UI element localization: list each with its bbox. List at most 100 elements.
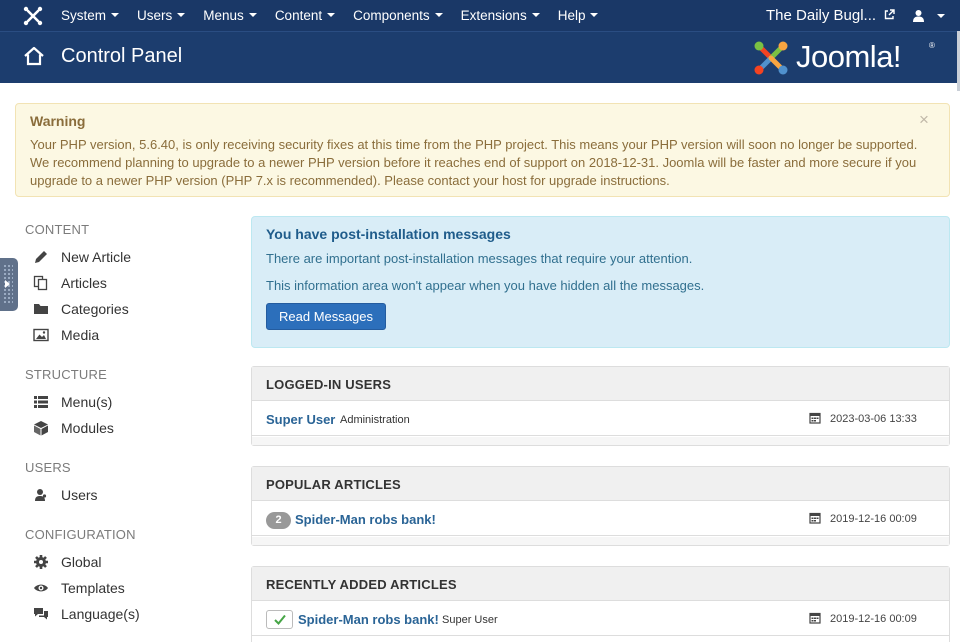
user-menu[interactable] — [912, 0, 945, 31]
logged-in-users-module: LOGGED-IN USERS Super User Administratio… — [251, 366, 950, 446]
sidebar-item-label: Templates — [61, 580, 125, 596]
sidebar-item-label: Categories — [61, 301, 129, 317]
article-title-link[interactable]: Spider-Man robs bank! — [298, 612, 439, 627]
table-row: Super User Administration 2023-03-06 13:… — [252, 402, 949, 436]
chevron-down-icon — [434, 13, 443, 18]
top-navbar: System Users Menus Content Components Ex… — [0, 0, 960, 31]
sidebar-item-label: Users — [61, 487, 98, 503]
joomla-brand-icon — [754, 41, 788, 75]
sidebar-heading-structure: STRUCTURE — [25, 367, 107, 382]
postinstall-text: There are important post-installation me… — [266, 251, 693, 266]
main-menu: System Users Menus Content Components Ex… — [52, 0, 607, 31]
recent-articles-module: RECENTLY ADDED ARTICLES Spider-Man robs … — [251, 566, 950, 642]
menu-content-label: Content — [274, 8, 323, 23]
read-messages-button[interactable]: Read Messages — [266, 303, 386, 330]
menu-menus-label: Menus — [203, 8, 244, 23]
sidebar-item-label: New Article — [61, 249, 132, 265]
calendar-icon — [809, 412, 821, 424]
sidebar-heading-content: CONTENT — [25, 222, 90, 237]
chevron-down-icon — [327, 13, 336, 18]
date-label: 2019-12-16 00:09 — [809, 512, 917, 525]
chevron-down-icon — [248, 13, 257, 18]
users-icon — [35, 489, 47, 501]
date-value: 2019-12-16 00:09 — [830, 613, 917, 625]
sidebar-item-label: Media — [61, 327, 100, 343]
menu-system[interactable]: System — [52, 0, 128, 31]
copy-icon — [33, 275, 48, 291]
calendar-icon — [809, 612, 821, 624]
menu-extensions-label: Extensions — [460, 8, 527, 23]
module-title: RECENTLY ADDED ARTICLES — [266, 577, 457, 592]
site-link[interactable]: The Daily Bugl... — [766, 0, 895, 31]
menu-system-label: System — [61, 8, 107, 23]
module-footer — [252, 437, 949, 445]
menu-content[interactable]: Content — [266, 0, 344, 31]
chevron-down-icon — [177, 13, 186, 18]
date-label: 2023-03-06 13:33 — [809, 412, 917, 425]
postinstall-title: You have post-installation messages — [266, 226, 511, 242]
registered-mark: ® — [929, 41, 935, 50]
popular-articles-module: POPULAR ARTICLES 2 Spider-Man robs bank!… — [251, 466, 950, 546]
joomla-brand: Joomla! ® — [752, 39, 938, 77]
close-icon[interactable]: × — [919, 110, 929, 130]
folder-icon — [34, 304, 48, 314]
page-title: Control Panel — [61, 45, 183, 67]
page-header: Control Panel Joomla! ® — [0, 31, 960, 83]
module-title: LOGGED-IN USERS — [266, 377, 392, 392]
sidebar-item-label: Articles — [61, 275, 107, 291]
comments-icon — [34, 608, 48, 620]
pencil-icon — [35, 251, 47, 263]
postinstall-alert: You have post-installation messages Ther… — [251, 216, 950, 348]
user-icon — [913, 9, 924, 22]
chevron-down-icon — [531, 13, 540, 18]
table-row: 2 Spider-Man robs bank! 2019-12-16 00:09 — [252, 502, 949, 536]
published-toggle[interactable] — [266, 610, 293, 629]
menu-users-label: Users — [137, 8, 173, 23]
postinstall-note: This information area won't appear when … — [266, 278, 705, 293]
module-header: LOGGED-IN USERS — [252, 367, 949, 401]
date-label: 2019-12-16 00:09 — [809, 612, 917, 625]
user-name-link[interactable]: Super User — [266, 412, 335, 427]
hits-badge: 2 — [266, 512, 291, 529]
site-name: The Daily Bugl... — [766, 7, 877, 24]
calendar-icon — [809, 512, 821, 524]
menu-components[interactable]: Components — [344, 0, 452, 31]
sidebar-toggle[interactable] — [0, 258, 18, 311]
image-icon — [33, 328, 49, 342]
client-label: Administration — [340, 414, 410, 426]
cube-icon — [34, 421, 48, 436]
menu-components-label: Components — [353, 8, 430, 23]
table-row: Spider-Man robs bank! Super User 2019-12… — [252, 602, 949, 636]
sidebar-item-label: Global — [61, 554, 102, 570]
module-title: POPULAR ARTICLES — [266, 477, 401, 492]
date-value: 2019-12-16 00:09 — [830, 513, 917, 525]
menu-users[interactable]: Users — [128, 0, 194, 31]
menu-menus[interactable]: Menus — [194, 0, 266, 31]
sidebar-item-label: Language(s) — [61, 606, 140, 622]
warning-message: Your PHP version, 5.6.40, is only receiv… — [30, 137, 918, 188]
chevron-down-icon — [936, 13, 945, 18]
check-icon — [274, 614, 286, 625]
date-value: 2023-03-06 13:33 — [830, 413, 917, 425]
sidebar-item-label: Modules — [61, 420, 114, 436]
sidebar-heading-users: USERS — [25, 460, 71, 475]
menu-extensions[interactable]: Extensions — [452, 0, 549, 31]
joomla-wordmark: Joomla! — [796, 39, 902, 74]
chevron-right-icon — [5, 280, 10, 288]
cog-icon — [34, 555, 48, 569]
menu-help-label: Help — [557, 8, 586, 23]
module-header: RECENTLY ADDED ARTICLES — [252, 567, 949, 601]
menu-help[interactable]: Help — [549, 0, 608, 31]
home-icon — [24, 46, 44, 66]
chevron-down-icon — [111, 13, 120, 18]
author-label: Super User — [442, 614, 498, 626]
joomla-logo-icon[interactable] — [22, 5, 44, 27]
sidebar-item-label: Menu(s) — [61, 394, 113, 410]
warning-title: Warning — [30, 113, 86, 129]
external-link-icon — [885, 9, 895, 20]
article-title-link[interactable]: Spider-Man robs bank! — [295, 512, 436, 527]
module-header: POPULAR ARTICLES — [252, 467, 949, 501]
eye-icon — [34, 584, 48, 592]
list-icon — [34, 396, 48, 408]
sidebar-heading-configuration: CONFIGURATION — [25, 527, 136, 542]
